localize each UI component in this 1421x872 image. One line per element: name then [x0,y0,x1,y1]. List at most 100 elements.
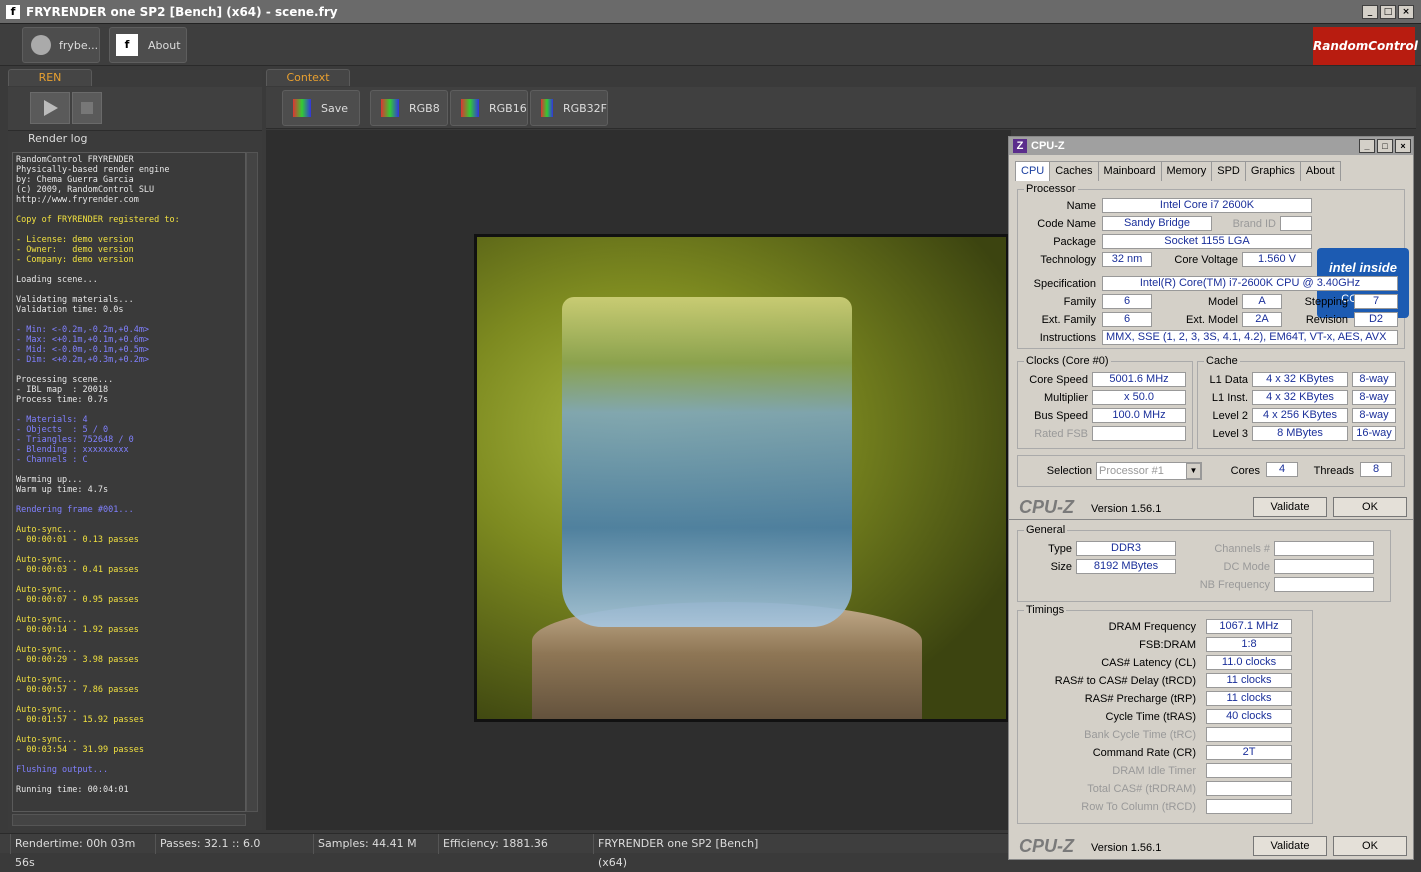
rgb32f-button[interactable]: RGB32F [530,90,608,126]
rgb16-icon [461,99,479,117]
l1-inst-assoc: 8-way [1352,390,1396,405]
technology-label: Technology [1040,254,1096,266]
log-line: Loading scene... [16,275,98,285]
channels-label: Channels # [1214,543,1270,555]
close-icon[interactable]: × [1398,5,1414,19]
tab-memory[interactable]: Memory [1160,161,1213,181]
level2-label: Level 2 [1212,410,1248,422]
timing-value [1206,799,1292,814]
cpuz-memory-window: General Type DDR3 Channels # Size 8192 M… [1008,520,1414,860]
timing-value: 1067.1 MHz [1206,619,1292,634]
rated-fsb-value [1092,426,1186,441]
cpuz-icon: Z [1013,139,1027,153]
memory-validate-button[interactable]: Validate [1253,836,1327,856]
memory-ok-button[interactable]: OK [1333,836,1407,856]
brandid-label: Brand ID [1232,218,1276,230]
tab-spd[interactable]: SPD [1211,161,1246,181]
rgb8-button[interactable]: RGB8 [370,90,448,126]
type-value: DDR3 [1076,541,1176,556]
model-label: Model [1208,296,1238,308]
timings-group: Timings DRAM Frequency 1067.1 MHz FSB:DRAM… [1017,604,1313,824]
play-button[interactable] [30,92,70,124]
timing-value: 2T [1206,745,1292,760]
tab-context[interactable]: Context [266,69,350,86]
log-line: - 00:00:07 - 0.95 passes [16,595,139,605]
play-icon [44,100,58,116]
tab-ren[interactable]: REN [8,69,92,86]
cpuz-maximize-icon[interactable]: □ [1377,139,1393,153]
cache-group: Cache L1 Data 4 x 32 KBytes 8-way L1 Ins… [1197,355,1405,449]
timing-value: 1:8 [1206,637,1292,652]
log-line: by: Chema Guerra Garcia [16,175,134,185]
revision-value: D2 [1354,312,1398,327]
validate-button[interactable]: Validate [1253,497,1327,517]
threads-value: 8 [1360,462,1392,477]
package-label: Package [1053,236,1096,248]
tab-caches[interactable]: Caches [1049,161,1099,181]
timing-value: 11 clocks [1206,673,1292,688]
dcmode-value [1274,559,1374,574]
main-titlebar: f FRYRENDER one SP2 [Bench] (x64) - scen… [0,0,1421,24]
log-scrollbar-vertical[interactable] [246,152,258,812]
save-button[interactable]: Save [282,90,360,126]
app-icon: f [6,5,20,19]
timing-label: FSB:DRAM [1139,639,1196,651]
timings-group-label: Timings [1024,604,1067,616]
cpuz-minimize-icon[interactable]: _ [1359,139,1375,153]
cpuz-close-icon[interactable]: × [1395,139,1411,153]
timing-label: Row To Column (tRCD) [1081,801,1196,813]
timing-label: Total CAS# (tRDRAM) [1087,783,1196,795]
bus-speed-value: 100.0 MHz [1092,408,1186,423]
tab-mainboard[interactable]: Mainboard [1097,161,1162,181]
minimize-icon[interactable]: _ [1362,5,1378,19]
timing-label: Command Rate (CR) [1092,747,1196,759]
status-bar: Rendertime: 00h 03m 56s Passes: 32.1 :: … [0,833,1010,869]
channels-value [1274,541,1374,556]
log-line: - Triangles: 752648 / 0 [16,435,134,445]
timing-value: 40 clocks [1206,709,1292,724]
stepping-value: 7 [1354,294,1398,309]
intel-inside-text: intel inside [1329,260,1397,275]
chevron-down-icon[interactable]: ▼ [1186,463,1201,479]
stop-button[interactable] [72,92,102,124]
dcmode-label: DC Mode [1223,561,1270,573]
maximize-icon[interactable]: □ [1380,5,1396,19]
rgb32f-icon [541,99,553,117]
brandid-value [1280,216,1312,231]
timing-label: DRAM Frequency [1108,621,1196,633]
tab-about[interactable]: About [1299,161,1341,181]
clocks-group: Clocks (Core #0) Core Speed 5001.6 MHz M… [1017,355,1193,449]
core-speed-value: 5001.6 MHz [1092,372,1186,387]
save-label: Save [321,101,349,115]
tab-cpu[interactable]: CPU [1015,161,1051,181]
rgb8-icon [381,99,399,117]
rgb16-button[interactable]: RGB16 [450,90,528,126]
technology-value: 32 nm [1102,252,1152,267]
facebook-icon: f [116,34,138,56]
user-label: frybe... [59,38,99,52]
user-button[interactable]: frybe... [22,27,100,63]
log-line: Auto-sync... [16,735,78,745]
core-voltage-label: Core Voltage [1174,254,1238,266]
ok-button[interactable]: OK [1333,497,1407,517]
timing-label: RAS# Precharge (tRP) [1084,693,1196,705]
log-line: - 00:00:57 - 7.86 passes [16,685,139,695]
cpuz-window: Z CPU-Z _ □ × CPU Caches Mainboard Memor… [1008,136,1414,520]
codename-label: Code Name [1037,218,1096,230]
tab-graphics[interactable]: Graphics [1244,161,1301,181]
about-button[interactable]: f About [109,27,187,63]
log-line: Warming up... [16,475,83,485]
nb-frequency-value [1274,577,1374,592]
render-log-label: Render log [28,132,88,145]
log-line: - Objects : 5 / 0 [16,425,109,435]
status-rendertime: Rendertime: 00h 03m 56s [10,834,155,869]
log-scrollbar-horizontal[interactable] [12,814,246,826]
about-label: About [148,38,181,52]
log-line: - Materials: 4 [16,415,88,425]
memory-version: Version 1.56.1 [1091,842,1162,854]
